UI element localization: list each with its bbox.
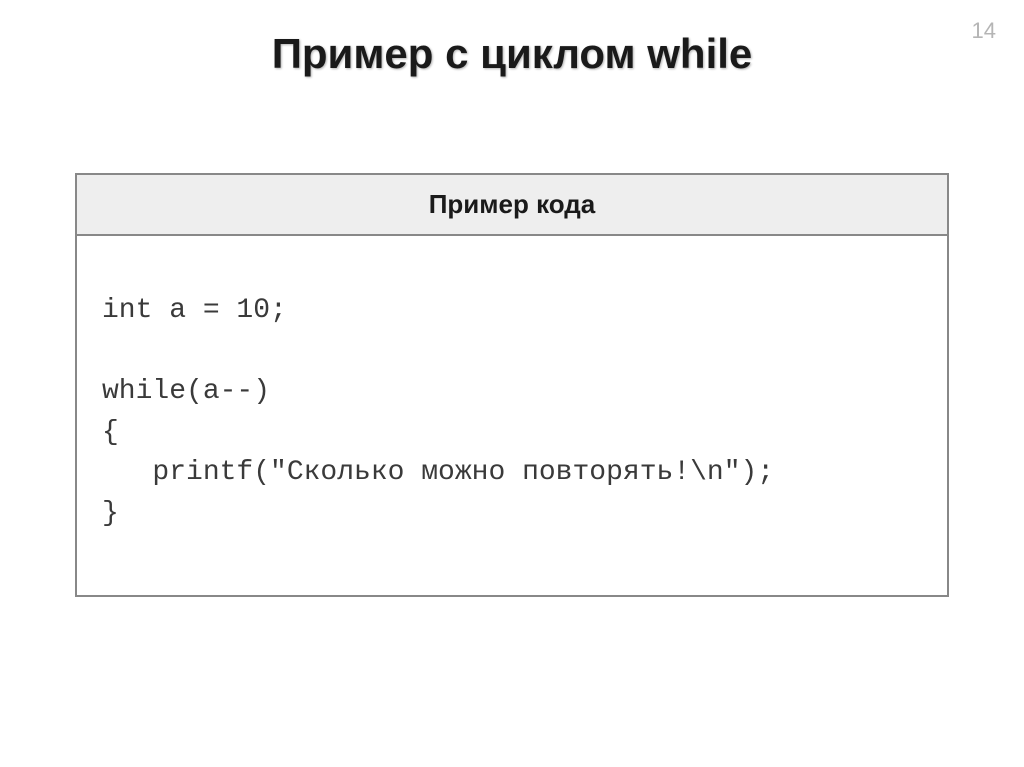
- code-example-box: Пример кода int a = 10; while(a--) { pri…: [75, 173, 949, 597]
- page-number: 14: [972, 18, 996, 44]
- code-content: int a = 10; while(a--) { printf("Сколько…: [77, 236, 947, 595]
- code-box-header: Пример кода: [77, 175, 947, 236]
- slide-title: Пример с циклом while: [0, 0, 1024, 78]
